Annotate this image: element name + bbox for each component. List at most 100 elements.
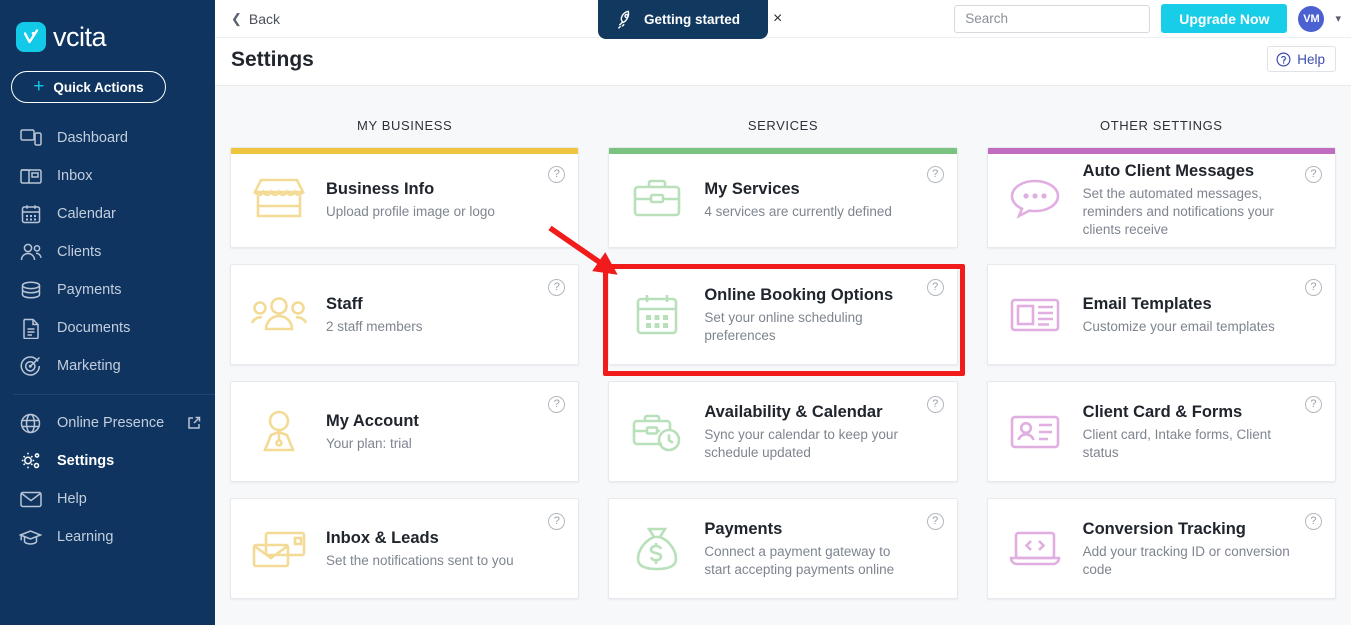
storefront-icon bbox=[231, 176, 326, 220]
back-button[interactable]: ❮ Back bbox=[231, 11, 280, 27]
sidebar-item-label: Online Presence bbox=[57, 415, 165, 431]
chevron-left-icon: ❮ bbox=[231, 10, 242, 26]
card-inbox-leads[interactable]: Inbox & Leads Set the notifications sent… bbox=[230, 498, 580, 599]
app-root: vcita + Quick Actions Dashboard Inbox Ca… bbox=[0, 0, 1351, 625]
question-mark-icon[interactable]: ? bbox=[1304, 166, 1322, 183]
external-link-icon bbox=[188, 416, 201, 429]
person-suit-icon bbox=[231, 410, 326, 454]
sidebar-item-settings[interactable]: Settings bbox=[0, 442, 215, 480]
payments-icon bbox=[19, 279, 42, 302]
card-title: My Account bbox=[326, 411, 419, 430]
sidebar-item-label: Payments bbox=[57, 282, 122, 298]
getting-started-badge[interactable]: Getting started bbox=[598, 0, 768, 39]
question-mark-icon[interactable]: ? bbox=[926, 166, 944, 183]
card-subtitle: Set the automated messages, reminders an… bbox=[1082, 186, 1275, 237]
card-title: Inbox & Leads bbox=[326, 528, 439, 547]
sidebar-item-clients[interactable]: Clients bbox=[0, 233, 215, 271]
newspaper-icon bbox=[988, 296, 1083, 334]
card-text: Client Card & Forms Client card, Intake … bbox=[1083, 402, 1335, 462]
sidebar-item-online-presence[interactable]: Online Presence bbox=[0, 404, 215, 442]
sidebar-item-marketing[interactable]: Marketing bbox=[0, 347, 215, 385]
envelope-icon bbox=[19, 488, 42, 511]
top-bar-right: Upgrade Now VM ▾ bbox=[954, 4, 1351, 33]
card-auto-client-messages[interactable]: Auto Client Messages Set the automated m… bbox=[986, 147, 1336, 248]
documents-icon bbox=[19, 317, 42, 340]
laptop-code-icon bbox=[988, 529, 1083, 569]
sidebar-item-label: Learning bbox=[57, 529, 114, 545]
sidebar-item-documents[interactable]: Documents bbox=[0, 309, 215, 347]
getting-started-label: Getting started bbox=[644, 12, 741, 27]
rocket-icon bbox=[617, 9, 630, 29]
sidebar-item-label: Help bbox=[57, 491, 87, 507]
globe-icon bbox=[19, 412, 42, 435]
card-business-info[interactable]: Business Info Upload profile image or lo… bbox=[230, 147, 580, 248]
card-subtitle: Customize your email templates bbox=[1082, 318, 1275, 334]
card-text: Online Booking Options Set your online s… bbox=[704, 285, 956, 345]
card-subtitle: Upload profile image or logo bbox=[326, 204, 495, 219]
brand-logo[interactable]: vcita bbox=[0, 0, 215, 52]
card-text: Inbox & Leads Set the notifications sent… bbox=[326, 528, 578, 570]
back-label: Back bbox=[248, 10, 281, 27]
card-online-booking-options[interactable]: Online Booking Options Set your online s… bbox=[608, 264, 958, 365]
column-other-settings: OTHER SETTINGS Auto Client Messages Set … bbox=[986, 87, 1336, 625]
marketing-icon bbox=[19, 355, 42, 378]
upgrade-now-button[interactable]: Upgrade Now bbox=[1161, 4, 1288, 33]
chat-bubble-icon bbox=[988, 177, 1083, 219]
card-conversion-tracking[interactable]: Conversion Tracking Add your tracking ID… bbox=[986, 498, 1336, 599]
avatar[interactable]: VM bbox=[1298, 5, 1325, 32]
search-input[interactable] bbox=[965, 11, 1143, 26]
card-text: Staff 2 staff members bbox=[326, 294, 578, 336]
briefcase-clock-icon bbox=[609, 411, 704, 453]
money-bag-icon bbox=[609, 526, 704, 572]
card-text: Availability & Calendar Sync your calend… bbox=[704, 402, 956, 462]
card-text: Email Templates Customize your email tem… bbox=[1083, 294, 1335, 336]
settings-gear-icon bbox=[19, 450, 42, 473]
card-subtitle: 4 services are currently defined bbox=[704, 204, 892, 219]
sidebar-nav: Dashboard Inbox Calendar Clients Payment… bbox=[0, 119, 215, 556]
card-title: Business Info bbox=[326, 180, 435, 198]
sidebar-item-label: Calendar bbox=[57, 206, 116, 222]
question-mark-icon[interactable]: ? bbox=[1304, 279, 1322, 296]
card-subtitle: Connect a payment gateway to start accep… bbox=[704, 543, 895, 577]
card-subtitle: Set the notifications sent to you bbox=[326, 552, 514, 568]
search-box[interactable] bbox=[954, 4, 1151, 33]
main-area: ❮ Back Upgrade Now VM ▾ Getting started bbox=[215, 0, 1351, 625]
sidebar-item-label: Dashboard bbox=[57, 130, 128, 146]
quick-actions-button[interactable]: + Quick Actions bbox=[11, 71, 166, 103]
quick-actions-label: Quick Actions bbox=[53, 79, 144, 95]
question-mark-icon[interactable]: ? bbox=[1304, 513, 1322, 530]
card-staff[interactable]: Staff 2 staff members ? bbox=[230, 264, 580, 365]
sidebar-item-inbox[interactable]: Inbox bbox=[0, 157, 215, 195]
plus-icon: + bbox=[33, 76, 45, 97]
sidebar-item-label: Marketing bbox=[57, 358, 121, 374]
card-my-account[interactable]: My Account Your plan: trial ? bbox=[230, 381, 580, 482]
id-card-icon bbox=[988, 413, 1083, 451]
card-availability-calendar[interactable]: Availability & Calendar Sync your calend… bbox=[608, 381, 958, 482]
help-button[interactable]: Help bbox=[1267, 46, 1336, 72]
card-my-services[interactable]: My Services 4 services are currently def… bbox=[608, 147, 958, 248]
question-mark-icon[interactable]: ? bbox=[1304, 396, 1322, 413]
question-mark-icon[interactable]: ? bbox=[926, 396, 944, 413]
sidebar-item-learning[interactable]: Learning bbox=[0, 518, 215, 556]
vcita-logo-icon bbox=[16, 22, 46, 52]
sidebar-item-help[interactable]: Help bbox=[0, 480, 215, 518]
sidebar-item-calendar[interactable]: Calendar bbox=[0, 195, 215, 233]
people-group-icon bbox=[231, 295, 326, 335]
sidebar-item-payments[interactable]: Payments bbox=[0, 271, 215, 309]
question-mark-icon[interactable]: ? bbox=[926, 279, 944, 296]
card-email-templates[interactable]: Email Templates Customize your email tem… bbox=[986, 264, 1336, 365]
sidebar-item-label: Inbox bbox=[57, 168, 93, 184]
brand-name: vcita bbox=[53, 22, 107, 52]
card-subtitle: Set your online scheduling preferences bbox=[704, 309, 863, 343]
card-subtitle: Your plan: trial bbox=[326, 435, 412, 451]
chevron-down-icon[interactable]: ▾ bbox=[1335, 12, 1341, 25]
help-button-label: Help bbox=[1297, 51, 1325, 67]
sidebar-item-dashboard[interactable]: Dashboard bbox=[0, 119, 215, 157]
sidebar-item-label: Settings bbox=[57, 453, 115, 469]
card-text: Auto Client Messages Set the automated m… bbox=[1083, 156, 1335, 239]
card-payments[interactable]: Payments Connect a payment gateway to st… bbox=[608, 498, 958, 599]
card-text: My Account Your plan: trial bbox=[326, 411, 578, 453]
card-client-card-forms[interactable]: Client Card & Forms Client card, Intake … bbox=[986, 381, 1336, 482]
close-icon[interactable]: × bbox=[773, 11, 782, 27]
question-mark-icon[interactable]: ? bbox=[926, 513, 944, 530]
